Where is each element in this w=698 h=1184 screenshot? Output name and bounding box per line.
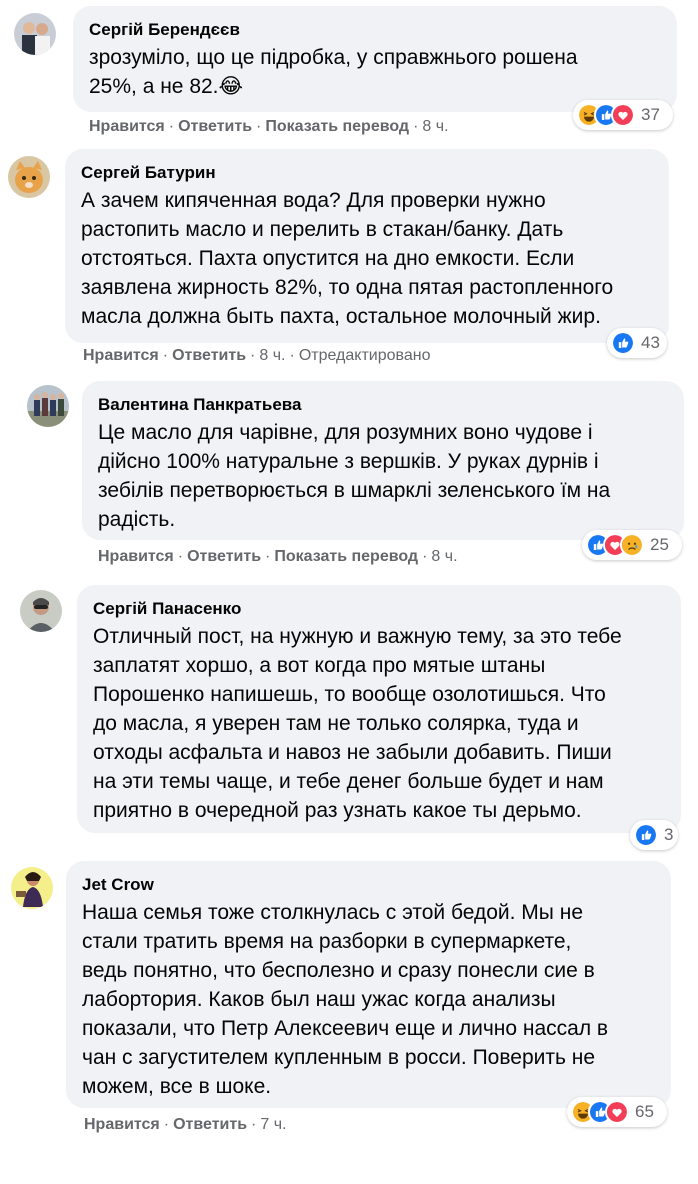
comment-time[interactable]: 8 ч.	[422, 118, 448, 135]
comment-bubble: Валентина Панкратьева Це масло для чарів…	[82, 381, 684, 540]
love-icon	[611, 103, 635, 127]
reaction-summary[interactable]: 3	[630, 820, 678, 850]
comment-bubble: Сергій Панасенко Отличный пост, на нужну…	[77, 585, 681, 833]
like-icon	[611, 331, 635, 355]
avatar[interactable]	[8, 156, 50, 198]
reaction-summary[interactable]: 43	[607, 328, 667, 358]
comment-time[interactable]: 7 ч.	[260, 1116, 286, 1133]
comment-text: Наша семья тоже столкнулась с этой бедой…	[82, 901, 609, 1098]
comment-text: Це масло для чарівне, для розумних воно …	[98, 421, 611, 531]
comment-actions: Нравится · Ответить · Показать перевод · 8 ч.	[98, 548, 458, 565]
reply-link[interactable]: Ответить	[178, 118, 252, 135]
like-link[interactable]: Нравится	[84, 1116, 160, 1133]
comment-actions: Нравится · Ответить · 8 ч. · Отредактировано	[83, 347, 431, 364]
comment-text: зрозуміло, що це підробка, у справжнього…	[89, 46, 578, 98]
comment-bubble: Jet Crow Наша семья тоже столкнулась с э…	[66, 861, 671, 1108]
like-link[interactable]: Нравится	[83, 347, 159, 364]
comment-actions: Нравится · Ответить · 7 ч.	[84, 1116, 287, 1133]
comment-author[interactable]: Валентина Панкратьева	[98, 394, 670, 416]
reaction-count: 43	[641, 333, 660, 352]
edited-label[interactable]: Отредактировано	[299, 347, 431, 364]
like-icon	[634, 823, 658, 847]
like-link[interactable]: Нравится	[89, 118, 165, 135]
avatar[interactable]	[27, 385, 69, 427]
reply-link[interactable]: Ответить	[173, 1116, 247, 1133]
like-link[interactable]: Нравится	[98, 548, 174, 565]
comment-author[interactable]: Jet Crow	[82, 874, 657, 896]
comment-text: А зачем кипяченная вода? Для проверки ну…	[81, 189, 614, 328]
comment-bubble: Сергій Берендєєв зрозуміло, що це підроб…	[73, 6, 677, 112]
reaction-count: 37	[641, 105, 660, 124]
comment-bubble: Сергей Батурин А зачем кипяченная вода? …	[65, 149, 669, 343]
reaction-summary[interactable]: 25	[582, 530, 682, 560]
reaction-count: 65	[635, 1102, 654, 1121]
comment-time[interactable]: 8 ч.	[259, 347, 285, 364]
sad-icon	[620, 533, 644, 557]
reaction-summary[interactable]: 37	[573, 100, 673, 130]
translate-link[interactable]: Показать перевод	[274, 548, 418, 565]
comment-actions: Нравится · Ответить · Показать перевод · 8 ч.	[89, 118, 449, 135]
avatar[interactable]	[14, 13, 56, 55]
reaction-count: 3	[664, 825, 674, 844]
reply-link[interactable]: Ответить	[187, 548, 261, 565]
comment-author[interactable]: Сергій Берендєєв	[89, 19, 663, 41]
reply-link[interactable]: Ответить	[172, 347, 246, 364]
avatar[interactable]	[11, 867, 53, 909]
reaction-count: 25	[650, 535, 669, 554]
avatar[interactable]	[20, 590, 62, 632]
comment-time[interactable]: 8 ч.	[431, 548, 457, 565]
reaction-summary[interactable]: 65	[567, 1097, 667, 1127]
comment-text: Отличный пост, на нужную и важную тему, …	[93, 625, 622, 822]
love-icon	[605, 1100, 629, 1124]
comment-author[interactable]: Сергій Панасенко	[93, 598, 667, 620]
translate-link[interactable]: Показать перевод	[265, 118, 409, 135]
comment-author[interactable]: Сергей Батурин	[81, 162, 655, 184]
